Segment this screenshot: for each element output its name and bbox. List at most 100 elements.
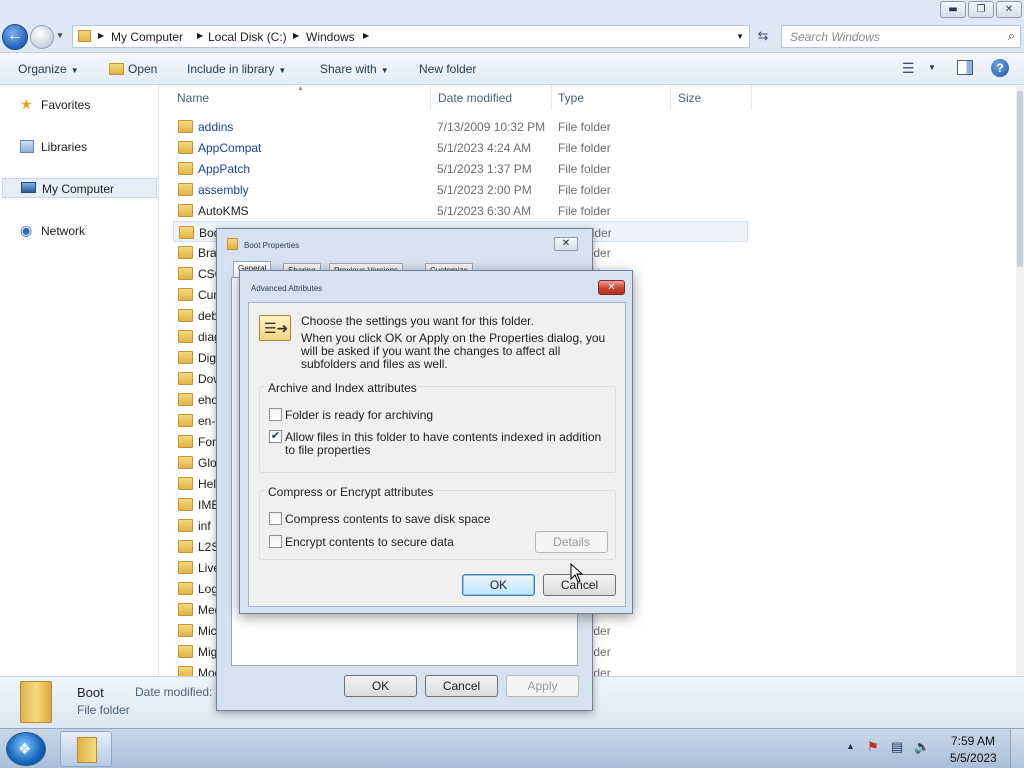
vertical-scrollbar[interactable] xyxy=(1016,85,1024,676)
open-button[interactable]: Open xyxy=(109,62,157,76)
minimize-button[interactable]: ▬ xyxy=(940,1,966,18)
breadcrumb-chevron-icon[interactable]: ▶ xyxy=(197,31,203,40)
folder-icon xyxy=(178,540,193,553)
column-header-date[interactable]: Date modified xyxy=(438,91,512,105)
compress-checkbox[interactable] xyxy=(269,512,282,525)
breadcrumb-chevron-icon[interactable]: ▶ xyxy=(293,31,299,40)
file-type: File folder xyxy=(558,141,611,155)
advanced-client-area: ☰➜ Choose the settings you want for this… xyxy=(248,302,626,607)
breadcrumb-my-computer[interactable]: My Computer xyxy=(111,30,183,44)
navigation-pane: ★ Favorites Libraries My Computer ◉ Netw… xyxy=(0,85,159,676)
clock-time[interactable]: 7:59 AM xyxy=(951,734,995,748)
new-folder-button[interactable]: New folder xyxy=(419,62,476,76)
details-type: File folder xyxy=(77,703,130,717)
breadcrumb-chevron-icon[interactable]: ▶ xyxy=(98,31,104,40)
index-label[interactable]: Allow files in this folder to have conte… xyxy=(285,431,611,457)
table-row[interactable]: AppCompat 5/1/2023 4:24 AM File folder xyxy=(173,137,748,158)
nav-libraries[interactable]: Libraries xyxy=(0,137,158,157)
compress-label[interactable]: Compress contents to save disk space xyxy=(285,513,490,526)
properties-close-button[interactable]: ✕ xyxy=(554,237,578,251)
advanced-close-button[interactable]: ✕ xyxy=(598,280,625,295)
properties-ok-button[interactable]: OK xyxy=(344,675,417,697)
refresh-icon[interactable]: ⇆ xyxy=(752,28,774,46)
clock-date[interactable]: 5/5/2023 xyxy=(950,751,997,765)
show-hidden-icons-icon[interactable]: ▲ xyxy=(846,741,855,751)
help-icon[interactable]: ? xyxy=(991,59,1009,77)
index-checkbox[interactable]: ✔ xyxy=(269,430,282,443)
column-divider[interactable] xyxy=(751,85,752,110)
file-name: inf xyxy=(198,519,211,533)
nav-favorites[interactable]: ★ Favorites xyxy=(0,95,158,115)
folder-icon xyxy=(178,372,193,385)
column-header-name[interactable]: Name xyxy=(177,91,209,105)
maximize-button[interactable]: ❐ xyxy=(968,1,994,18)
folder-icon xyxy=(77,737,97,763)
advanced-ok-button[interactable]: OK xyxy=(462,574,535,596)
folder-icon xyxy=(178,141,193,154)
scrollbar-thumb[interactable] xyxy=(1017,91,1023,267)
archive-label[interactable]: Folder is ready for archiving xyxy=(285,409,433,422)
address-dropdown-icon[interactable]: ▼ xyxy=(736,32,744,41)
folder-icon xyxy=(179,226,194,239)
breadcrumb-chevron-icon[interactable]: ▶ xyxy=(363,31,369,40)
chevron-down-icon: ▼ xyxy=(380,66,389,75)
forward-button[interactable] xyxy=(30,25,54,49)
nav-network[interactable]: ◉ Network xyxy=(0,221,158,241)
column-header-size[interactable]: Size xyxy=(678,91,701,105)
folder-icon xyxy=(178,519,193,532)
breadcrumb-local-disk[interactable]: Local Disk (C:) xyxy=(208,30,287,44)
recent-pages-chevron-icon[interactable]: ▼ xyxy=(56,31,66,41)
start-button[interactable]: ❖ xyxy=(6,732,46,766)
organize-button[interactable]: Organize ▼ xyxy=(18,62,79,76)
open-icon xyxy=(109,63,124,75)
file-name: AutoKMS xyxy=(198,204,249,218)
taskbar-explorer-button[interactable] xyxy=(60,731,112,767)
share-with-button[interactable]: Share with ▼ xyxy=(320,62,389,76)
archive-checkbox[interactable] xyxy=(269,408,282,421)
preview-pane-icon[interactable] xyxy=(957,60,973,75)
back-button[interactable]: ← xyxy=(2,24,28,50)
include-in-library-button[interactable]: Include in library ▼ xyxy=(187,62,286,76)
close-icon: ✕ xyxy=(607,282,616,293)
file-date: 5/1/2023 4:24 AM xyxy=(437,141,532,155)
column-divider[interactable] xyxy=(551,85,552,110)
file-name: assembly xyxy=(198,183,249,197)
table-row[interactable]: AppPatch 5/1/2023 1:37 PM File folder xyxy=(173,158,748,179)
attributes-list-icon: ☰➜ xyxy=(264,320,289,336)
table-row[interactable]: assembly 5/1/2023 2:00 PM File folder xyxy=(173,179,748,200)
address-field[interactable]: ▶ My Computer ▶ Local Disk (C:) ▶ Window… xyxy=(72,25,750,48)
action-center-flag-icon[interactable]: ⚑ xyxy=(867,739,879,755)
file-date: 5/1/2023 2:00 PM xyxy=(437,183,532,197)
nav-network-label: Network xyxy=(41,224,86,238)
folder-icon xyxy=(178,498,193,511)
folder-icon xyxy=(178,351,193,364)
search-icon[interactable]: ⌕ xyxy=(1008,28,1015,44)
close-button[interactable]: ✕ xyxy=(996,1,1022,18)
properties-cancel-button[interactable]: Cancel xyxy=(425,675,498,697)
volume-icon[interactable]: 🔈 xyxy=(914,739,930,755)
change-view-icon[interactable]: ☰ xyxy=(902,60,915,77)
folder-icon xyxy=(20,681,52,723)
nav-my-computer[interactable]: My Computer xyxy=(2,178,157,198)
network-tray-icon[interactable]: ▤ xyxy=(891,739,903,755)
table-row[interactable]: addins 7/13/2009 10:32 PM File folder xyxy=(173,116,748,137)
encrypt-label[interactable]: Encrypt contents to secure data xyxy=(285,536,454,549)
encrypt-checkbox[interactable] xyxy=(269,535,282,548)
search-input[interactable]: Search Windows ⌕ xyxy=(781,25,1021,48)
view-dropdown-icon[interactable]: ▼ xyxy=(928,63,936,72)
properties-apply-button[interactable]: Apply xyxy=(506,675,579,697)
column-header-type[interactable]: Type xyxy=(558,91,584,105)
details-button[interactable]: Details xyxy=(535,531,608,553)
table-row[interactable]: AutoKMS 5/1/2023 6:30 AM File folder xyxy=(173,200,748,221)
show-desktop-button[interactable] xyxy=(1010,729,1024,768)
column-divider[interactable] xyxy=(670,85,671,110)
breadcrumb-windows[interactable]: Windows xyxy=(306,30,355,44)
folder-icon xyxy=(178,435,193,448)
window-titlebar: ▬ ❐ ✕ xyxy=(0,0,1024,20)
column-divider[interactable] xyxy=(430,85,431,110)
folder-icon xyxy=(178,309,193,322)
advanced-intro-text: Choose the settings you want for this fo… xyxy=(301,314,534,328)
nav-libraries-label: Libraries xyxy=(41,140,88,154)
open-label: Open xyxy=(128,62,158,76)
compress-encrypt-group-title: Compress or Encrypt attributes xyxy=(267,485,435,499)
